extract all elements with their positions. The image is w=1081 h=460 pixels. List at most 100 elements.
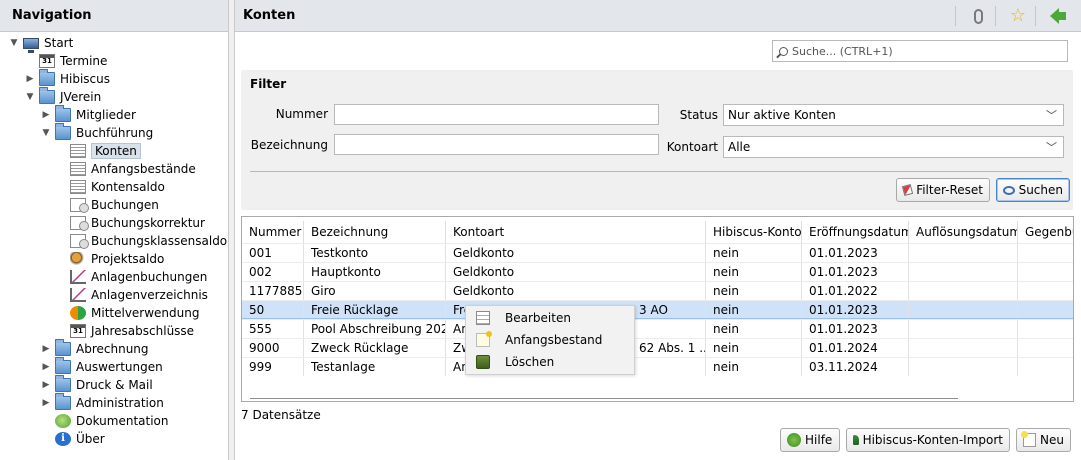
scrollbar-thumb[interactable] bbox=[250, 398, 958, 399]
table-row[interactable]: 9000 Zweck Rücklage Zw 62 Abs. 1 ... nei… bbox=[242, 338, 1073, 357]
bezeichnung-input[interactable] bbox=[334, 134, 659, 155]
tree-item-anlagenverzeichnis[interactable]: Anlagenverzeichnis bbox=[70, 286, 208, 304]
column-header[interactable]: Nummer bbox=[242, 221, 304, 243]
wizard-icon bbox=[70, 252, 86, 266]
tree-item-buchungsklassensaldo[interactable]: Buchungsklassensaldo bbox=[70, 232, 227, 250]
chevron-down-icon[interactable]: ▼ bbox=[40, 127, 52, 139]
column-header[interactable]: Gegenbu bbox=[1018, 221, 1073, 243]
tree-item-dokumentation[interactable]: Dokumentation bbox=[55, 412, 169, 430]
tree-item-buchfuehrung[interactable]: ▼ Buchführung bbox=[40, 123, 153, 142]
horizontal-scrollbar[interactable] bbox=[244, 393, 1073, 401]
tree-item-kontensaldo[interactable]: Kontensaldo bbox=[70, 178, 165, 196]
chevron-down-icon: ﹀ bbox=[1046, 109, 1057, 122]
tree-item-anlagenbuchungen[interactable]: Anlagenbuchungen bbox=[70, 268, 207, 286]
tree-item-mitglieder[interactable]: ▶ Mitglieder bbox=[40, 105, 136, 124]
cell-nummer: 9000 bbox=[242, 339, 304, 357]
table-row[interactable]: 002 Hauptkonto Geldkonto nein 01.01.2023 bbox=[242, 262, 1073, 281]
chevron-right-icon[interactable]: ▶ bbox=[40, 379, 52, 391]
chart-icon bbox=[70, 288, 86, 302]
folder-icon bbox=[55, 357, 71, 374]
chevron-down-icon[interactable]: ▼ bbox=[24, 91, 36, 103]
table-row[interactable]: 999 Testanlage An nein 03.11.2024 bbox=[242, 357, 1073, 376]
cell-hibiscus: nein bbox=[706, 282, 802, 300]
cell-kontoart: Geldkonto bbox=[446, 263, 706, 281]
tree-item-buchungen[interactable]: Buchungen bbox=[70, 196, 159, 214]
chevron-right-icon[interactable]: ▶ bbox=[40, 343, 52, 355]
attachment-button[interactable] bbox=[965, 5, 991, 27]
tree-item-ueber[interactable]: i Über bbox=[55, 430, 105, 448]
eraser-icon bbox=[901, 183, 914, 197]
table-row[interactable]: 001 Testkonto Geldkonto nein 01.01.2023 bbox=[242, 243, 1073, 262]
back-button[interactable] bbox=[1045, 5, 1071, 27]
new-button[interactable]: Neu bbox=[1016, 428, 1071, 452]
cell-eroeffnung: 01.01.2023 bbox=[802, 244, 909, 262]
bookmark-button[interactable]: ☆ bbox=[1005, 5, 1031, 27]
menu-item-bearbeiten[interactable]: Bearbeiten bbox=[466, 307, 634, 329]
cell-aufloesung bbox=[909, 263, 1018, 281]
chevron-right-icon[interactable]: ▶ bbox=[40, 397, 52, 409]
column-header[interactable]: Bezeichnung bbox=[304, 221, 446, 243]
status-select[interactable]: Nur aktive Konten ﹀ bbox=[723, 104, 1064, 126]
tree-item-administration[interactable]: ▶ Administration bbox=[40, 393, 164, 412]
menu-item-anfangsbestand[interactable]: Anfangsbestand bbox=[466, 329, 634, 351]
swap-icon bbox=[70, 306, 86, 320]
bezeichnung-label: Bezeichnung bbox=[250, 138, 328, 152]
binoculars-icon bbox=[1003, 185, 1015, 195]
filter-reset-button[interactable]: Filter-Reset bbox=[896, 178, 990, 202]
cell-nummer: 1177885 bbox=[242, 282, 304, 300]
column-header[interactable]: Auflösungsdatum bbox=[909, 221, 1018, 243]
kontoart-select[interactable]: Alle ﹀ bbox=[723, 136, 1064, 158]
tree-item-mittelverwendung[interactable]: Mittelverwendung bbox=[70, 304, 199, 322]
new-document-icon bbox=[1020, 431, 1037, 447]
help-button[interactable]: Hilfe bbox=[780, 428, 840, 452]
cell-eroeffnung: 01.01.2023 bbox=[802, 263, 909, 281]
chevron-right-icon[interactable]: ▶ bbox=[40, 109, 52, 121]
table-row[interactable]: 1177885 Giro Geldkonto nein 01.01.2022 bbox=[242, 281, 1073, 300]
tree-item-start[interactable]: ▼ Start bbox=[8, 34, 73, 53]
kontoart-label: Kontoart bbox=[666, 140, 718, 154]
chevron-right-icon[interactable]: ▶ bbox=[24, 73, 36, 85]
tree-item-jverein[interactable]: ▼ JVerein bbox=[24, 87, 101, 106]
search-icon bbox=[779, 46, 788, 56]
tree-item-auswertungen[interactable]: ▶ Auswertungen bbox=[40, 357, 163, 376]
filter-divider bbox=[250, 171, 1062, 172]
table-row[interactable]: 555 Pool Abschreibung 2023 An nein 01.01… bbox=[242, 319, 1073, 338]
status-label: Status bbox=[679, 108, 718, 122]
tree-item-abrechnung[interactable]: ▶ Abrechnung bbox=[40, 339, 149, 358]
filter-panel: Filter Nummer Bezeichnung Status Nur akt… bbox=[241, 70, 1073, 210]
document-icon bbox=[70, 216, 89, 231]
header-separator bbox=[955, 6, 956, 26]
chevron-down-icon[interactable]: ▼ bbox=[8, 37, 20, 49]
tree-item-anfangsbestaende[interactable]: Anfangsbestände bbox=[70, 160, 196, 178]
tree-item-termine[interactable]: 31 Termine bbox=[39, 52, 107, 70]
column-header[interactable]: Eröffnungsdatum bbox=[802, 221, 909, 243]
computer-icon bbox=[23, 37, 39, 53]
tree-item-konten[interactable]: Konten bbox=[70, 142, 141, 160]
tree-item-projektsaldo[interactable]: Projektsaldo bbox=[70, 250, 164, 268]
calendar-icon: 31 bbox=[70, 324, 86, 338]
cell-bezeichnung: Giro bbox=[304, 282, 446, 300]
folder-icon bbox=[55, 393, 71, 410]
calendar-icon: 31 bbox=[39, 54, 55, 68]
search-button[interactable]: Suchen bbox=[996, 178, 1070, 202]
hibiscus-import-button[interactable]: Hibiscus-Konten-Import bbox=[846, 428, 1010, 452]
nummer-input[interactable] bbox=[334, 104, 659, 125]
tree-item-hibiscus[interactable]: ▶ Hibiscus bbox=[24, 69, 110, 88]
tree-item-buchungskorrektur[interactable]: Buchungskorrektur bbox=[70, 214, 205, 232]
chevron-right-icon[interactable]: ▶ bbox=[40, 361, 52, 373]
tree-item-druck-mail[interactable]: ▶ Druck & Mail bbox=[40, 375, 153, 394]
tree-item-jahresabschluesse[interactable]: 31 Jahresabschlüsse bbox=[70, 322, 194, 340]
search-input[interactable]: Suche... (CTRL+1) bbox=[772, 40, 1068, 62]
import-icon bbox=[853, 435, 859, 445]
menu-item-loeschen[interactable]: Löschen bbox=[466, 351, 634, 373]
cell-kontoart: Geldkonto bbox=[446, 282, 706, 300]
cell-bezeichnung: Hauptkonto bbox=[304, 263, 446, 281]
column-header[interactable]: Kontoart bbox=[446, 221, 706, 243]
column-header[interactable]: Hibiscus-Konto bbox=[706, 221, 802, 243]
cell-nummer: 999 bbox=[242, 358, 304, 376]
help-globe-icon bbox=[787, 433, 801, 447]
nummer-label: Nummer bbox=[275, 107, 328, 121]
edit-icon bbox=[476, 311, 490, 325]
cell-eroeffnung: 01.01.2024 bbox=[802, 339, 909, 357]
table-row-selected[interactable]: 50 Freie Rücklage Fre 3 AO nein 01.01.20… bbox=[242, 300, 1073, 319]
